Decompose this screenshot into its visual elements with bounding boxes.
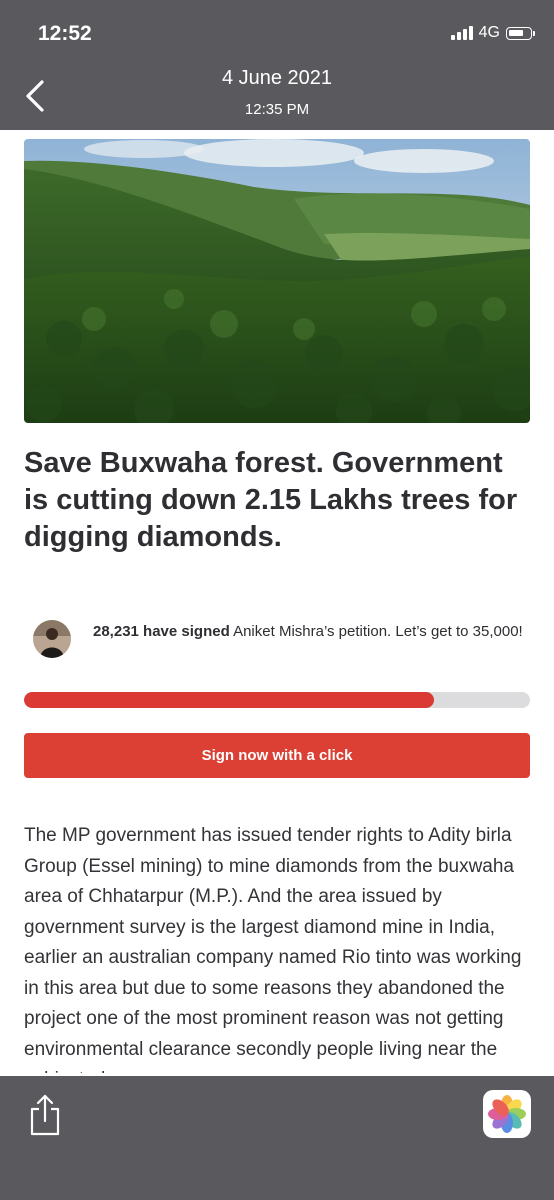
network-type: 4G (478, 24, 500, 41)
share-button[interactable] (27, 1092, 63, 1138)
signed-count: 28,231 have signed (93, 623, 230, 640)
progress-fill (24, 692, 434, 708)
photo-time: 12:35 PM (244, 101, 310, 118)
petition-title: Save Buxwaha forest. Government is cutti… (24, 447, 518, 553)
photos-app-icon (488, 1095, 526, 1133)
signal-icon (450, 26, 473, 40)
photos-app-button[interactable] (483, 1090, 531, 1138)
battery-icon (506, 26, 535, 40)
signature-progress-bar (24, 692, 530, 708)
signed-rest: Aniket Mishra’s petition. Let’s get to 3… (229, 623, 523, 640)
forest-hero-image (24, 139, 530, 423)
signature-count-text: 28,231 have signed Aniket Mishra’s petit… (93, 620, 523, 644)
sign-now-button[interactable]: Sign now with a click (24, 733, 530, 778)
share-icon (30, 1094, 60, 1136)
viewer-top-bar: 12:52 4G 4 June 2021 12:35 PM (0, 0, 554, 130)
status-time: 12:52 (38, 22, 92, 45)
status-indicators: 4G (450, 24, 535, 42)
viewer-bottom-bar (0, 1076, 554, 1200)
photo-date: 4 June 2021 (221, 67, 333, 89)
avatar (33, 620, 71, 658)
petition-description: The MP government has issued tender righ… (24, 825, 522, 1073)
